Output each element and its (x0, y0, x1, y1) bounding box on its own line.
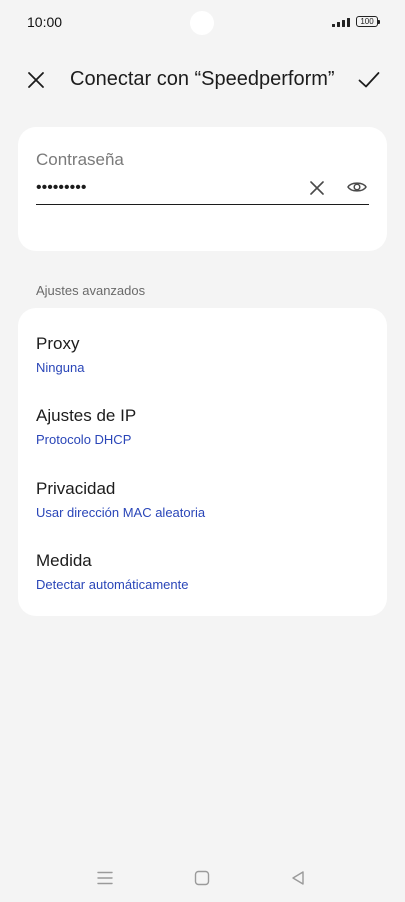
check-icon (358, 72, 380, 88)
setting-proxy[interactable]: Proxy Ninguna (18, 334, 387, 398)
navigation-bar (0, 860, 405, 896)
home-button[interactable] (190, 866, 214, 890)
menu-icon (97, 871, 113, 885)
back-icon (292, 871, 304, 885)
password-card: Contraseña (18, 127, 387, 251)
page-title: Conectar con “Speedperform” (70, 68, 335, 90)
close-button[interactable] (22, 66, 50, 94)
setting-value: Ninguna (36, 360, 85, 375)
status-time: 10:00 (27, 14, 63, 30)
eye-icon (347, 182, 367, 192)
password-input[interactable] (36, 176, 286, 200)
close-icon (28, 72, 44, 88)
recent-apps-button[interactable] (93, 866, 117, 890)
setting-value: Protocolo DHCP (36, 432, 132, 447)
setting-title: Ajustes de IP (36, 406, 137, 425)
toggle-visibility-button[interactable] (346, 177, 368, 197)
setting-metered[interactable]: Medida Detectar automáticamente (18, 551, 387, 615)
setting-privacy[interactable]: Privacidad Usar dirección MAC aleatoria (18, 479, 387, 543)
clear-icon (310, 181, 324, 195)
clear-password-button[interactable] (308, 179, 326, 197)
home-icon (194, 870, 210, 886)
setting-title: Privacidad (36, 479, 116, 498)
signal-icon (332, 17, 350, 27)
setting-value: Detectar automáticamente (36, 577, 189, 592)
back-button[interactable] (286, 866, 310, 890)
section-label-advanced: Ajustes avanzados (36, 283, 146, 298)
header: Conectar con “Speedperform” (0, 56, 405, 106)
status-icons: 100 (332, 16, 380, 27)
battery-icon: 100 (356, 16, 380, 27)
confirm-button[interactable] (355, 66, 383, 94)
advanced-settings-card: Proxy Ninguna Ajustes de IP Protocolo DH… (18, 308, 387, 616)
setting-title: Medida (36, 551, 92, 570)
password-label: Contraseña (36, 150, 124, 169)
setting-title: Proxy (36, 334, 80, 353)
camera-notch (190, 11, 214, 35)
password-field[interactable] (36, 171, 369, 205)
status-bar: 10:00 100 (0, 0, 405, 46)
setting-value: Usar dirección MAC aleatoria (36, 505, 206, 520)
setting-ip[interactable]: Ajustes de IP Protocolo DHCP (18, 406, 387, 470)
